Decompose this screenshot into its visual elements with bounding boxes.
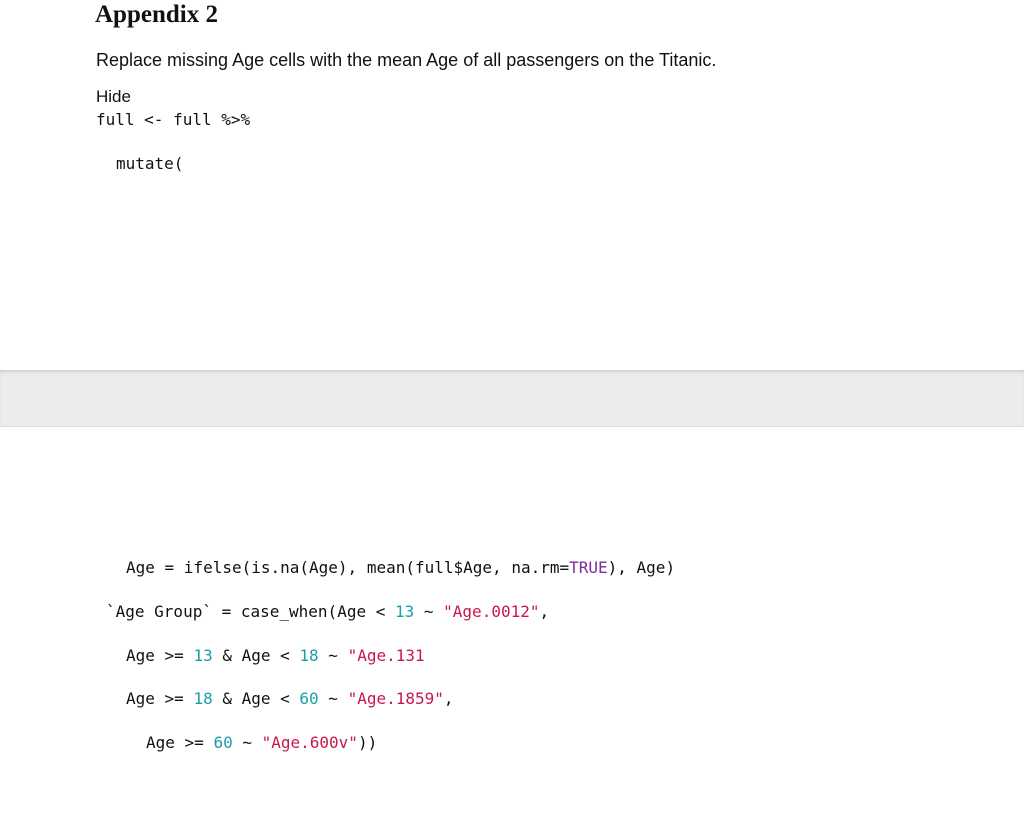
- code-line-7: Age >= 60 ~ "Age.600v")): [146, 733, 377, 753]
- code-number: 60: [213, 733, 233, 752]
- code-token: Age >=: [126, 689, 194, 708]
- code-keyword: TRUE: [569, 558, 608, 577]
- code-token: ~: [318, 646, 348, 665]
- code-token: Age = ifelse(is.na(Age), mean(full$Age, …: [126, 558, 570, 577]
- code-line-1: full <- full %>%: [96, 110, 251, 129]
- page-separator: [0, 370, 1024, 427]
- document-page-bottom: Age = ifelse(is.na(Age), mean(full$Age, …: [0, 427, 1024, 814]
- code-token: Age >=: [126, 646, 194, 665]
- appendix-heading: Appendix 2: [95, 1, 218, 28]
- code-number: 13: [394, 602, 415, 621]
- code-line-3: Age = ifelse(is.na(Age), mean(full$Age, …: [126, 558, 675, 578]
- code-number: 18: [193, 689, 213, 708]
- hide-code-toggle[interactable]: Hide: [96, 86, 131, 108]
- code-token: )): [357, 733, 378, 752]
- code-token: & Age <: [212, 689, 300, 708]
- code-token: ~: [318, 689, 348, 708]
- code-string: "Age.1859": [347, 689, 444, 708]
- document-page-top: Appendix 2 Replace missing Age cells wit…: [0, 0, 1024, 370]
- code-token: Age >=: [146, 733, 214, 752]
- code-line-2: mutate(: [116, 154, 184, 173]
- code-token: `Age Group` = case_when(Age <: [106, 602, 395, 621]
- code-token: ), Age): [607, 558, 676, 577]
- code-number: 60: [299, 689, 319, 708]
- code-string: "Age.600v": [261, 733, 358, 752]
- code-token: ~: [414, 602, 444, 621]
- code-line-6: Age >= 18 & Age < 60 ~ "Age.1859",: [126, 689, 454, 709]
- code-line-4: `Age Group` = case_when(Age < 13 ~ "Age.…: [106, 602, 549, 622]
- code-number: 18: [299, 646, 319, 665]
- code-token: ,: [539, 602, 550, 621]
- code-token: ~: [232, 733, 262, 752]
- code-token: ,: [443, 689, 454, 708]
- code-string: "Age.0012": [443, 602, 540, 621]
- code-token: & Age <: [212, 646, 300, 665]
- code-number: 13: [193, 646, 213, 665]
- description-paragraph: Replace missing Age cells with the mean …: [96, 50, 717, 70]
- code-string: "Age.131: [347, 646, 425, 665]
- code-line-5: Age >= 13 & Age < 18 ~ "Age.131: [126, 646, 425, 666]
